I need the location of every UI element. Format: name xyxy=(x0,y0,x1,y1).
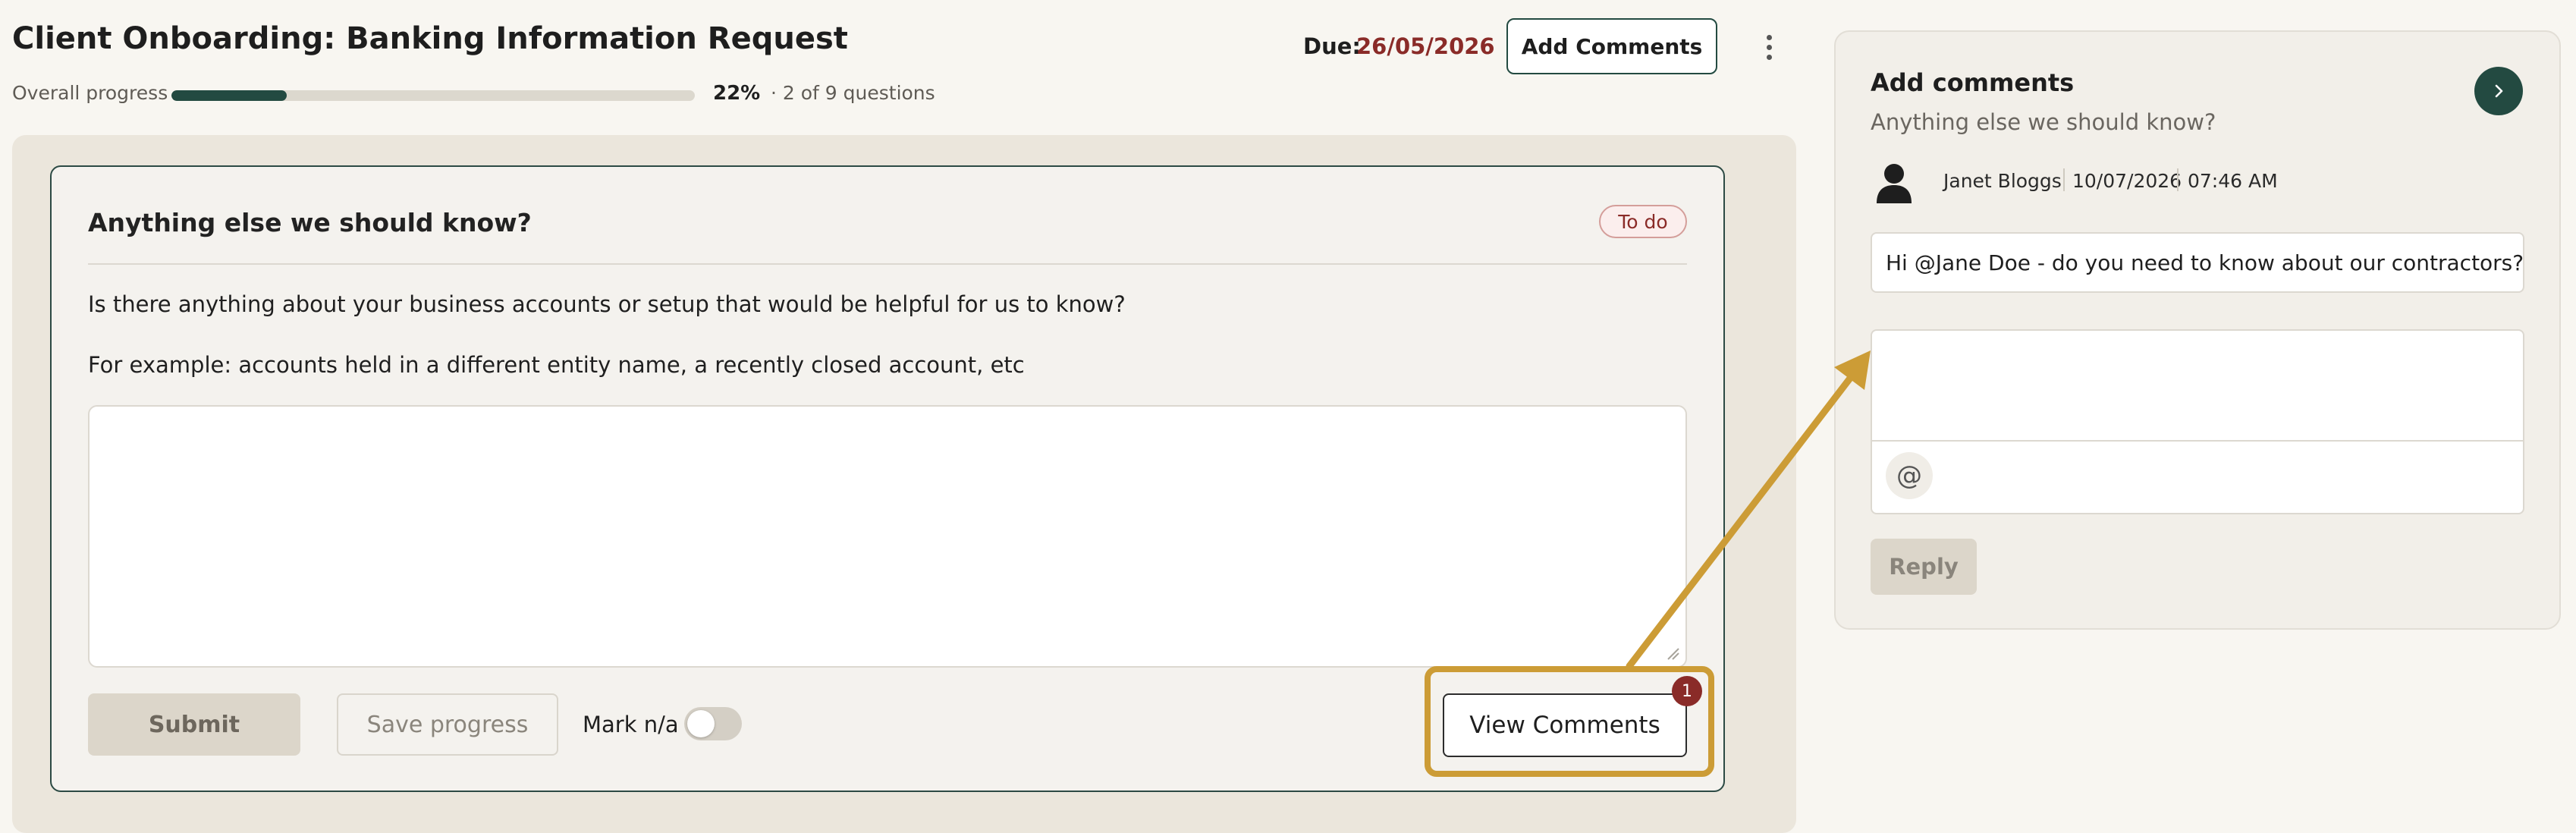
progress-count: · 2 of 9 questions xyxy=(771,82,935,104)
submit-button[interactable]: Submit xyxy=(88,693,300,756)
meta-separator xyxy=(2177,168,2179,191)
progress-label: Overall progress xyxy=(12,82,168,104)
chevron-right-icon xyxy=(2495,84,2503,98)
due-date: 26/05/2026 xyxy=(1356,33,1495,59)
due-label: Due: xyxy=(1303,33,1361,59)
comment-date: 10/07/2026 xyxy=(2072,170,2182,192)
view-comments-button[interactable]: View Comments xyxy=(1443,693,1687,757)
divider xyxy=(88,263,1687,265)
resize-handle-icon[interactable] xyxy=(1666,646,1679,660)
question-title: Anything else we should know? xyxy=(88,208,532,237)
more-vertical-icon[interactable] xyxy=(1754,29,1784,65)
toggle-knob xyxy=(687,710,715,737)
progress-percent: 22% xyxy=(713,82,761,105)
reply-button[interactable]: Reply xyxy=(1871,539,1977,595)
progress-bar xyxy=(171,90,695,101)
mention-button[interactable]: @ xyxy=(1886,452,1933,499)
add-comments-button[interactable]: Add Comments xyxy=(1506,18,1717,74)
comments-panel-subtitle: Anything else we should know? xyxy=(1871,109,2216,135)
question-example: For example: accounts held in a differen… xyxy=(88,352,1025,378)
page-title: Client Onboarding: Banking Information R… xyxy=(12,21,848,56)
mark-na-label: Mark n/a xyxy=(583,712,679,737)
comment-count-badge: 1 xyxy=(1672,676,1702,706)
user-avatar-icon xyxy=(1877,164,1912,203)
progress-bar-fill xyxy=(171,90,287,101)
reply-input[interactable]: @ xyxy=(1871,329,2524,514)
comments-panel-title: Add comments xyxy=(1871,68,2075,97)
answer-textarea[interactable] xyxy=(88,405,1687,668)
reply-toolbar-divider xyxy=(1872,440,2523,442)
comment-author: Janet Bloggs xyxy=(1943,170,2062,192)
comment-text: Hi @Jane Doe - do you need to know about… xyxy=(1871,232,2524,293)
meta-separator xyxy=(2063,168,2065,191)
status-badge: To do xyxy=(1599,205,1687,238)
comment-time: 07:46 AM xyxy=(2188,170,2278,192)
collapse-panel-button[interactable] xyxy=(2474,67,2523,115)
save-progress-button[interactable]: Save progress xyxy=(337,693,558,756)
mark-na-toggle[interactable] xyxy=(684,707,742,740)
question-description: Is there anything about your business ac… xyxy=(88,291,1126,317)
